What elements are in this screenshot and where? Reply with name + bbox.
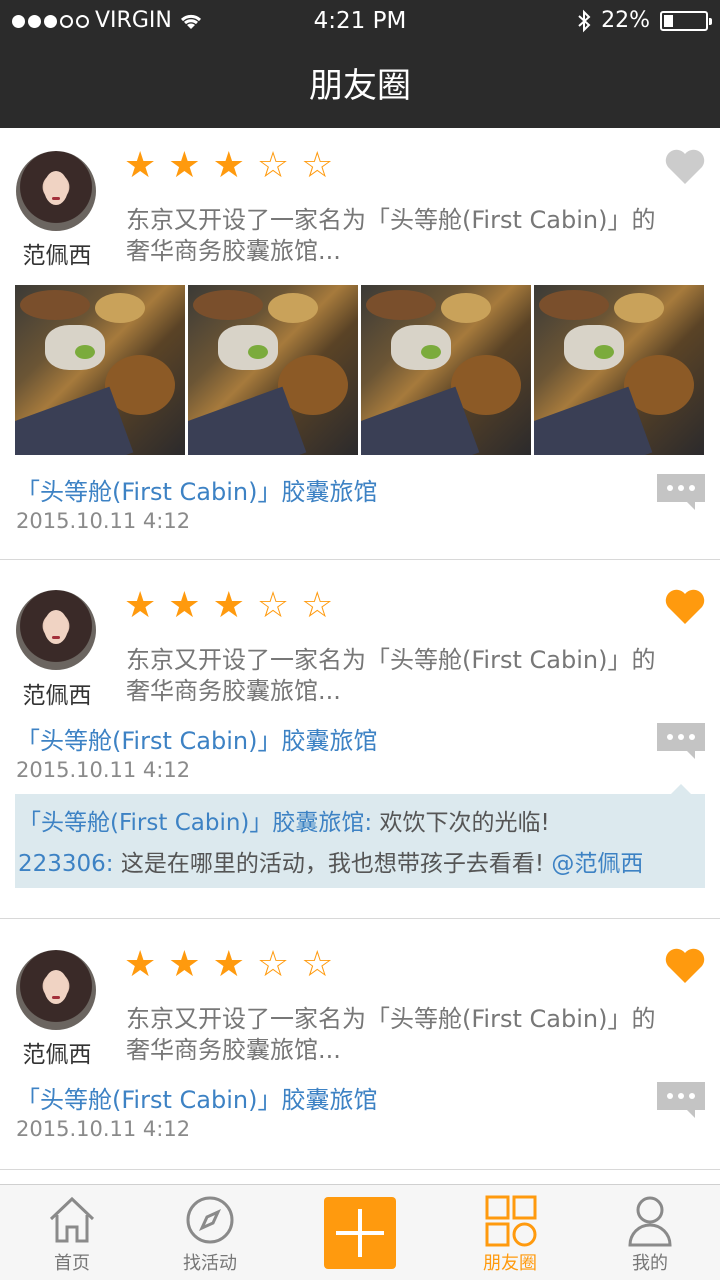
- comment-text: 欢饮下次的光临!: [379, 810, 550, 836]
- star-empty-icon: ☆: [301, 585, 334, 626]
- star-empty-icon: ☆: [256, 585, 290, 626]
- post-description-line: 东京又开设了一家名为「头等舱(First Cabin)」的: [126, 1005, 656, 1033]
- comment-box: 「头等舱(First Cabin)」胶囊旅馆: 欢饮下次的光临! 223306:…: [15, 784, 705, 888]
- status-bar: VIRGIN 4:21 PM 22%: [0, 0, 720, 42]
- venue-link[interactable]: 「头等舱(First Cabin)」胶囊旅馆: [16, 721, 377, 756]
- star-filled-icon: ★: [168, 944, 201, 985]
- page-title: 朋友圈: [309, 66, 411, 106]
- photo-grid: [15, 285, 704, 455]
- star-filled-icon: ★: [124, 145, 157, 186]
- tab-label: 首页: [54, 1253, 90, 1274]
- bluetooth-icon: [578, 9, 591, 33]
- star-filled-icon: ★: [168, 145, 201, 186]
- comment-mention[interactable]: @范佩西: [551, 851, 643, 877]
- tab-bar: 首页 找活动 朋友圈 我的: [0, 1184, 720, 1280]
- battery-percent: 22%: [601, 8, 650, 33]
- user-name[interactable]: 范佩西: [10, 1035, 104, 1069]
- avatar[interactable]: [16, 151, 96, 231]
- add-post-button[interactable]: [324, 1197, 396, 1269]
- heart-icon[interactable]: [664, 588, 706, 626]
- post-description-line: 东京又开设了一家名为「头等舱(First Cabin)」的: [126, 646, 656, 674]
- feed-post: 范佩西 ★ ★ ★ ☆ ☆ 东京又开设了一家名为「头等舱(First Cabin…: [0, 919, 720, 1170]
- comment-icon[interactable]: [657, 474, 705, 512]
- heart-icon[interactable]: [664, 148, 706, 186]
- star-filled-icon: ★: [212, 585, 245, 626]
- star-filled-icon: ★: [212, 145, 245, 186]
- post-date: 2015.10.11 4:12: [16, 509, 191, 533]
- post-photo[interactable]: [188, 285, 358, 455]
- user-name[interactable]: 范佩西: [10, 676, 104, 710]
- user-name[interactable]: 范佩西: [10, 236, 104, 270]
- avatar[interactable]: [16, 590, 96, 670]
- venue-link[interactable]: 「头等舱(First Cabin)」胶囊旅馆: [16, 1080, 377, 1115]
- post-date: 2015.10.11 4:12: [16, 1117, 191, 1141]
- tab-find-events[interactable]: 找活动: [150, 1185, 270, 1280]
- star-empty-icon: ☆: [256, 145, 290, 186]
- star-filled-icon: ★: [168, 585, 201, 626]
- comment-icon[interactable]: [657, 1082, 705, 1120]
- post-photo[interactable]: [361, 285, 531, 455]
- feed-post: 范佩西 ★ ★ ★ ☆ ☆ 东京又开设了一家名为「头等舱(First Cabin…: [0, 128, 720, 560]
- tab-moments[interactable]: 朋友圈: [450, 1185, 570, 1280]
- post-description: 东京又开设了一家名为「头等舱(First Cabin)」的 奢华商务胶囊旅馆..…: [126, 205, 706, 267]
- tab-profile[interactable]: 我的: [590, 1185, 710, 1280]
- home-icon: [49, 1196, 95, 1243]
- post-date: 2015.10.11 4:12: [16, 758, 191, 782]
- battery-icon: [660, 11, 712, 31]
- star-empty-icon: ☆: [301, 944, 334, 985]
- compass-icon: [186, 1196, 234, 1244]
- comment-icon[interactable]: [657, 723, 705, 761]
- rating-stars: ★ ★ ★ ☆ ☆: [124, 588, 333, 624]
- star-filled-icon: ★: [212, 944, 245, 985]
- comment-author[interactable]: 223306:: [18, 851, 114, 877]
- avatar[interactable]: [16, 950, 96, 1030]
- tab-label: 朋友圈: [483, 1253, 537, 1274]
- rating-stars: ★ ★ ★ ☆ ☆: [124, 148, 333, 184]
- post-description-line: 奢华商务胶囊旅馆...: [126, 1036, 341, 1064]
- star-empty-icon: ☆: [301, 145, 334, 186]
- star-filled-icon: ★: [124, 944, 157, 985]
- star-filled-icon: ★: [124, 585, 157, 626]
- rating-stars: ★ ★ ★ ☆ ☆: [124, 947, 333, 983]
- tab-home[interactable]: 首页: [12, 1185, 132, 1280]
- post-photo[interactable]: [15, 285, 185, 455]
- comment-line: 223306: 这是在哪里的活动，我也想带孩子去看看! @范佩西: [18, 844, 643, 878]
- post-description: 东京又开设了一家名为「头等舱(First Cabin)」的 奢华商务胶囊旅馆..…: [126, 1004, 706, 1066]
- venue-link[interactable]: 「头等舱(First Cabin)」胶囊旅馆: [16, 472, 377, 507]
- person-icon: [628, 1196, 672, 1247]
- grid-icon: [485, 1195, 537, 1247]
- comment-author[interactable]: 「头等舱(First Cabin)」胶囊旅馆:: [18, 810, 372, 836]
- tab-label: 找活动: [183, 1253, 237, 1274]
- post-description: 东京又开设了一家名为「头等舱(First Cabin)」的 奢华商务胶囊旅馆..…: [126, 645, 706, 707]
- post-description-line: 奢华商务胶囊旅馆...: [126, 677, 341, 705]
- tab-label: 我的: [632, 1253, 668, 1274]
- heart-icon[interactable]: [664, 947, 706, 985]
- feed-post: 范佩西 ★ ★ ★ ☆ ☆ 东京又开设了一家名为「头等舱(First Cabin…: [0, 560, 720, 919]
- post-photo[interactable]: [534, 285, 704, 455]
- comment-line: 「头等舱(First Cabin)」胶囊旅馆: 欢饮下次的光临!: [18, 803, 550, 837]
- post-description-line: 奢华商务胶囊旅馆...: [126, 237, 341, 265]
- post-description-line: 东京又开设了一家名为「头等舱(First Cabin)」的: [126, 206, 656, 234]
- star-empty-icon: ☆: [256, 944, 290, 985]
- top-bar: VIRGIN 4:21 PM 22% 朋友圈: [0, 0, 720, 128]
- comment-text: 这是在哪里的活动，我也想带孩子去看看!: [120, 851, 545, 877]
